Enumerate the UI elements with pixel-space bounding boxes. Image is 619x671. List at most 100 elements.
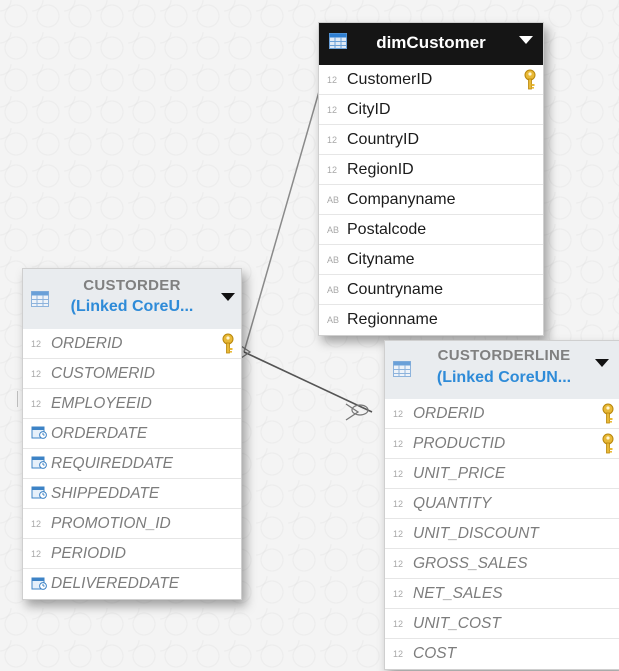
numeric-type-icon: 12 [31, 548, 42, 559]
numeric-type-icon: 12 [393, 498, 404, 509]
table-custorder-subtitle: (Linked CoreU... [70, 298, 194, 315]
column-name: PROMOTION_ID [51, 514, 171, 532]
primary-key-icon [222, 333, 234, 354]
column-row[interactable]: ORDERDATE [23, 419, 241, 449]
column-row[interactable]: 12 CountryID [319, 125, 543, 155]
table-custorder-header[interactable]: CUSTORDER (Linked CoreU... [23, 269, 241, 329]
column-name: REQUIREDDATE [51, 454, 174, 472]
numeric-type-icon: 12 [327, 74, 338, 85]
column-name: CityID [347, 100, 391, 118]
numeric-type-icon: 12 [393, 649, 404, 659]
column-row[interactable]: AB Regionname [319, 305, 543, 335]
numeric-type-icon: 12 [31, 368, 42, 379]
column-row[interactable]: 12 RegionID [319, 155, 543, 185]
relationship-dimcustomer-custorder[interactable] [243, 87, 321, 353]
column-row[interactable]: 12 PRODUCTID [385, 429, 619, 459]
numeric-type-icon: 12 [327, 134, 338, 145]
table-grid-icon [329, 33, 347, 49]
column-row[interactable]: 12 COST [385, 639, 619, 669]
column-name: QUANTITY [413, 494, 492, 512]
column-row[interactable]: 12 GROSS_SALES [385, 549, 619, 579]
column-row[interactable]: 12 EMPLOYEEID [23, 389, 241, 419]
column-name: EMPLOYEEID [51, 394, 152, 412]
numeric-type-icon: 12 [31, 518, 42, 529]
string-type-icon: AB [327, 194, 340, 205]
column-row[interactable]: 12 ORDERID [23, 329, 241, 359]
column-name: UNIT_PRICE [413, 464, 506, 482]
column-row[interactable]: AB Postalcode [319, 215, 543, 245]
numeric-type-icon: 12 [393, 558, 404, 569]
string-type-icon: AB [327, 315, 340, 325]
chevron-down-icon[interactable] [519, 36, 533, 44]
column-row[interactable]: 12 NET_SALES [385, 579, 619, 609]
table-custorderline-subtitle: (Linked CoreUN... [436, 369, 572, 386]
table-dimcustomer-header[interactable]: dimCustomer [319, 23, 543, 65]
column-name: PERIODID [51, 544, 126, 562]
primary-key-icon [602, 403, 614, 424]
column-name: CustomerID [347, 70, 433, 88]
column-name: UNIT_DISCOUNT [413, 524, 539, 542]
numeric-type-icon: 12 [393, 528, 404, 539]
column-row[interactable]: 12 CityID [319, 95, 543, 125]
table-dimcustomer-name: dimCustomer [376, 33, 486, 52]
calendar-icon [31, 576, 51, 593]
table-custorderline[interactable]: CUSTORDERLINE (Linked CoreUN... 12 ORDERI… [384, 340, 619, 670]
column-name: UNIT_COST [413, 614, 501, 632]
column-name: Regionname [347, 311, 438, 328]
column-name: COST [413, 645, 457, 662]
numeric-type-icon: 12 [31, 338, 42, 349]
table-custorder-name: CUSTORDER [83, 277, 181, 294]
column-row[interactable]: AB Cityname [319, 245, 543, 275]
column-row[interactable]: 12 CustomerID [319, 65, 543, 95]
column-name: PRODUCTID [413, 434, 506, 452]
column-name: Postalcode [347, 220, 427, 238]
column-name: ORDERID [51, 334, 123, 352]
column-row[interactable]: SHIPPEDDATE [23, 479, 241, 509]
column-row[interactable]: 12 QUANTITY [385, 489, 619, 519]
table-custorderline-header[interactable]: CUSTORDERLINE (Linked CoreUN... [385, 341, 619, 399]
numeric-type-icon: 12 [327, 164, 338, 175]
column-row[interactable]: 12 PERIODID [23, 539, 241, 569]
table-grid-icon [393, 361, 411, 377]
column-name: GROSS_SALES [413, 554, 528, 572]
column-row[interactable]: AB Countryname [319, 275, 543, 305]
column-row[interactable]: 12 UNIT_PRICE [385, 459, 619, 489]
table-custorder-columns: 12 ORDERID 12 CUSTOMERID 12 EMPLOYEEID ORDERDA… [23, 329, 241, 599]
relationship-custorder-custorderline[interactable] [243, 351, 373, 413]
primary-key-icon [602, 433, 614, 454]
numeric-type-icon: 12 [31, 398, 42, 409]
column-name: NET_SALES [413, 584, 503, 602]
column-name: DELIVEREDDATE [51, 575, 180, 592]
table-dimcustomer[interactable]: dimCustomer 12 CustomerID 12 CityID 12 Countr… [318, 22, 544, 336]
primary-key-icon [524, 69, 536, 90]
chevron-down-icon[interactable] [221, 293, 235, 301]
column-name: Companyname [347, 190, 456, 208]
relationship-end-dot [351, 404, 369, 416]
column-row[interactable]: 12 UNIT_DISCOUNT [385, 519, 619, 549]
column-row[interactable]: AB Companyname [319, 185, 543, 215]
string-type-icon: AB [327, 284, 340, 295]
table-custorderline-columns: 12 ORDERID 12 PRODUCTID 12 UNIT_PRICE 12 QUANTI… [385, 399, 619, 669]
table-grid-icon [31, 291, 49, 307]
column-name: Countryname [347, 280, 444, 298]
numeric-type-icon: 12 [327, 104, 338, 115]
string-type-icon: AB [327, 224, 340, 235]
calendar-icon [31, 455, 51, 472]
numeric-type-icon: 12 [393, 438, 404, 449]
numeric-type-icon: 12 [393, 468, 404, 479]
column-name: SHIPPEDDATE [51, 484, 160, 502]
chevron-down-icon[interactable] [595, 359, 609, 367]
column-name: RegionID [347, 160, 414, 178]
string-type-icon: AB [327, 254, 340, 265]
table-custorder[interactable]: CUSTORDER (Linked CoreU... 12 ORDERID 12 CU… [17, 268, 242, 600]
crowfoot-right [345, 403, 360, 421]
column-row[interactable]: REQUIREDDATE [23, 449, 241, 479]
column-row[interactable]: 12 PROMOTION_ID [23, 509, 241, 539]
column-name: CUSTOMERID [51, 364, 155, 382]
column-row[interactable]: DELIVEREDDATE [23, 569, 241, 599]
column-row[interactable]: 12 UNIT_COST [385, 609, 619, 639]
column-name: CountryID [347, 130, 420, 148]
column-row[interactable]: 12 ORDERID [385, 399, 619, 429]
column-row[interactable]: 12 CUSTOMERID [23, 359, 241, 389]
column-name: ORDERDATE [51, 424, 148, 442]
